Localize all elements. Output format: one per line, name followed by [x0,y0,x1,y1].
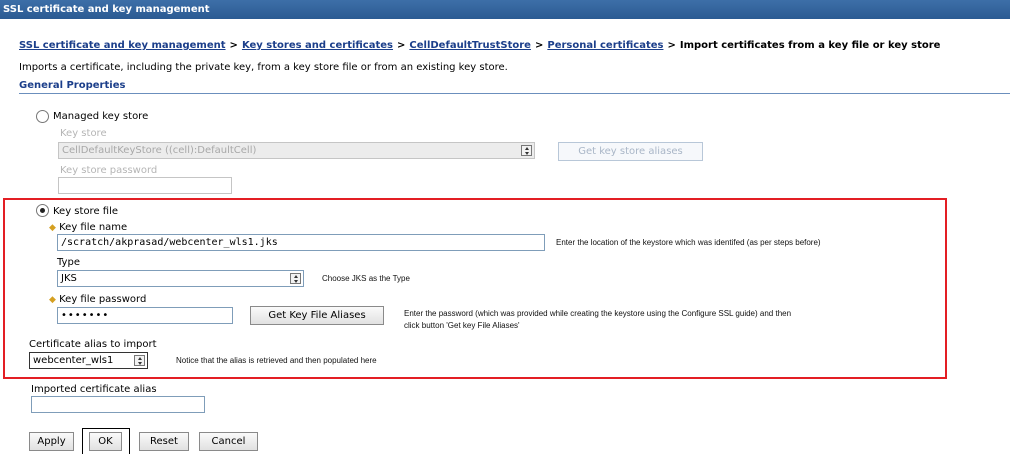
breadcrumb-separator: > [397,40,406,51]
cancel-button[interactable]: Cancel [199,432,258,451]
type-select[interactable]: JKS [57,270,304,287]
breadcrumb-link-personal-certificates[interactable]: Personal certificates [547,40,663,51]
breadcrumb-separator: > [229,40,238,51]
key-file-password-label: ◆ Key file password [49,294,147,305]
key-file-password-note: Enter the password (which was provided w… [404,309,792,318]
breadcrumb-link-ssl[interactable]: SSL certificate and key management [19,40,226,51]
key-file-password-note-2: click button 'Get key File Aliases' [404,321,520,330]
get-key-file-aliases-button[interactable]: Get Key File Aliases [250,306,384,325]
certificate-alias-select[interactable]: webcenter_wls1 [29,352,148,369]
get-key-store-aliases-button[interactable]: Get key store aliases [558,142,703,161]
imported-alias-label: Imported certificate alias [31,384,157,395]
type-value: JKS [61,273,77,284]
key-file-name-label: ◆ Key file name [49,222,128,233]
page-description: Imports a certificate, including the pri… [19,62,508,73]
breadcrumb-link-keystores[interactable]: Key stores and certificates [242,40,393,51]
reset-button[interactable]: Reset [139,432,189,451]
type-note: Choose JKS as the Type [322,274,410,283]
breadcrumb-link-truststore[interactable]: CellDefaultTrustStore [409,40,531,51]
key-store-password-input[interactable] [58,177,232,194]
key-store-label: Key store [60,128,107,139]
key-store-password-label: Key store password [60,165,158,176]
select-arrows-icon [134,355,145,366]
title-bar: SSL certificate and key management [0,0,1010,19]
type-label: Type [57,257,80,268]
key-store-file-label: Key store file [53,206,119,217]
required-star-icon: ◆ [49,223,56,233]
apply-button[interactable]: Apply [29,432,74,451]
required-star-icon: ◆ [49,295,56,305]
imported-alias-input[interactable] [31,396,205,413]
section-title: General Properties [19,80,126,91]
breadcrumb: SSL certificate and key management > Key s… [19,40,940,51]
select-arrows-icon [290,273,301,284]
breadcrumb-separator: > [667,40,676,51]
ok-button[interactable]: OK [89,432,122,451]
section-divider [19,93,1010,94]
key-file-name-input[interactable]: /scratch/akprasad/webcenter_wls1.jks [57,234,545,251]
key-file-name-note: Enter the location of the keystore which… [556,238,821,247]
certificate-alias-value: webcenter_wls1 [33,355,114,366]
breadcrumb-current: Import certificates from a key file or k… [679,40,941,51]
key-store-value: CellDefaultKeyStore ((cell):DefaultCell) [62,145,257,156]
key-file-password-input[interactable]: ••••••• [57,307,233,324]
key-store-file-radio[interactable] [36,204,49,217]
managed-key-store-label: Managed key store [53,111,149,122]
key-store-select[interactable]: CellDefaultKeyStore ((cell):DefaultCell) [58,142,535,159]
select-arrows-icon [521,145,532,156]
managed-key-store-radio[interactable] [36,110,49,123]
breadcrumb-separator: > [534,40,544,51]
certificate-alias-note: Notice that the alias is retrieved and t… [176,356,377,365]
certificate-alias-label: Certificate alias to import [29,339,157,350]
